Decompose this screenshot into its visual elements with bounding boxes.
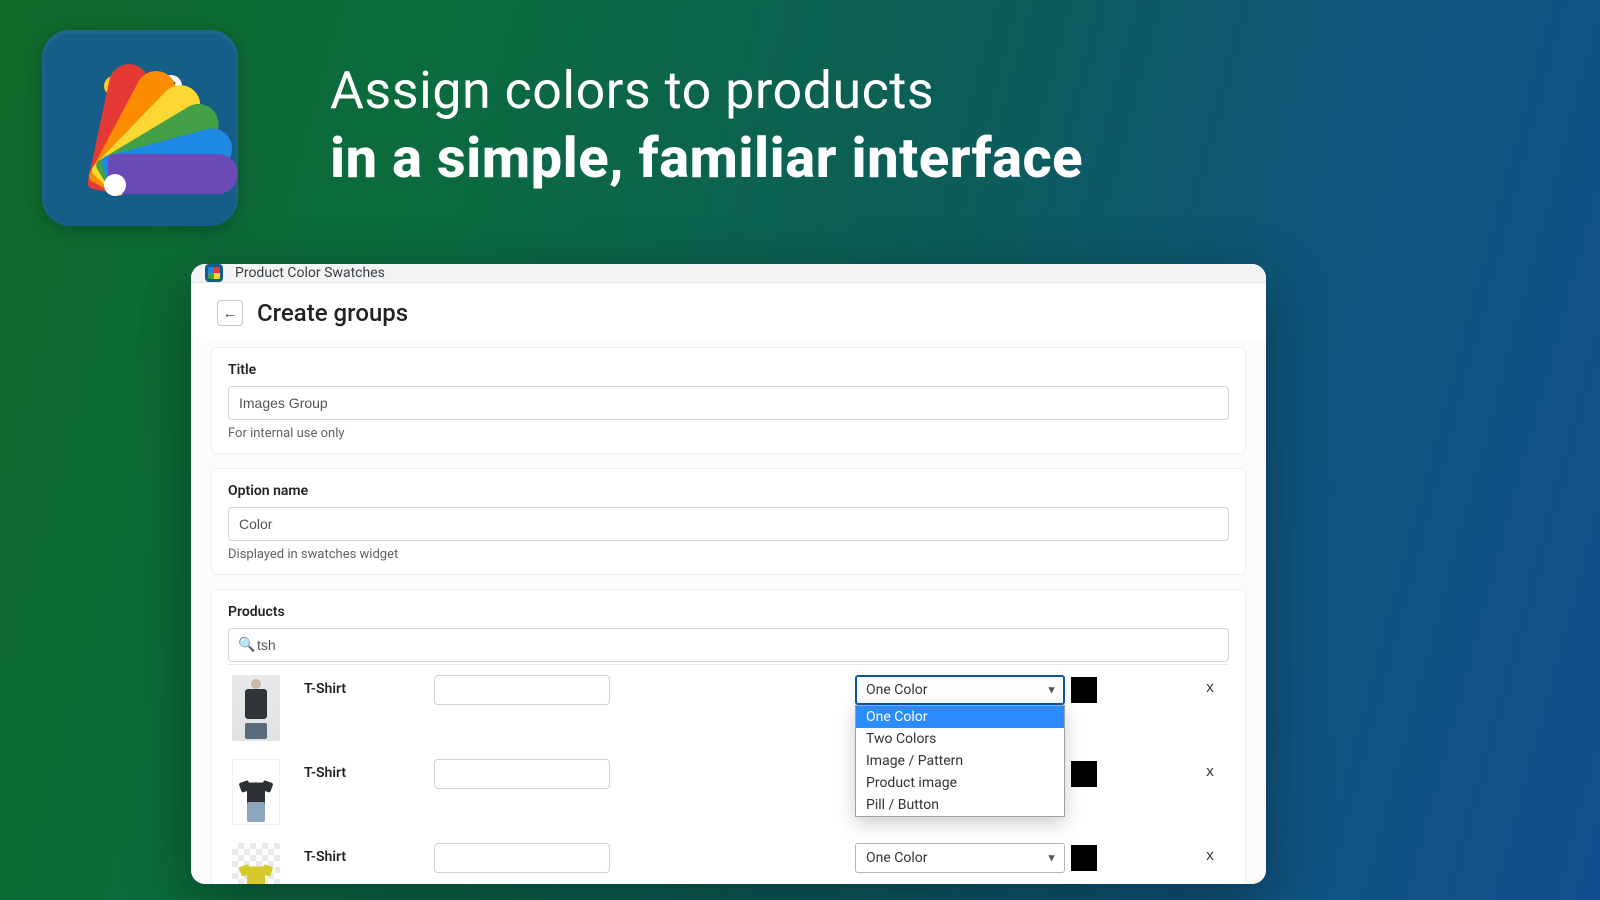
color-swatch[interactable]	[1071, 677, 1097, 703]
color-swatch[interactable]	[1071, 845, 1097, 871]
hero-line1: Assign colors to products	[330, 60, 1540, 121]
product-name: T-Shirt	[304, 675, 434, 697]
option-name-input[interactable]	[228, 507, 1229, 541]
dropdown-option[interactable]: Two Colors	[856, 728, 1064, 750]
remove-row-button[interactable]: x	[1206, 759, 1214, 780]
products-card: Products 🔍 T-Shirt One Color	[211, 589, 1246, 884]
title-hint: For internal use only	[228, 426, 1229, 441]
chevron-down-icon: ▼	[1046, 684, 1057, 697]
swatch-type-dropdown[interactable]: One Color Two Colors Image / Pattern Pro…	[855, 705, 1065, 817]
option-name-card: Option name Displayed in swatches widget	[211, 468, 1246, 575]
product-thumb[interactable]	[232, 759, 280, 825]
swatch-type-select[interactable]: One Color ▼ One Color Two Colors Image /…	[855, 675, 1065, 705]
chevron-down-icon: ▼	[1046, 852, 1057, 865]
app-icon	[42, 30, 238, 226]
select-value: One Color	[866, 682, 928, 698]
product-thumb[interactable]	[232, 843, 280, 884]
window-body: ← Create groups Title For internal use o…	[191, 283, 1266, 884]
remove-row-button[interactable]: x	[1206, 843, 1214, 864]
fan-pin	[104, 174, 126, 196]
product-value-input[interactable]	[434, 843, 610, 873]
hero-headline: Assign colors to products in a simple, f…	[330, 60, 1540, 191]
arrow-left-icon: ←	[223, 304, 238, 322]
color-swatch[interactable]	[1071, 761, 1097, 787]
products-table: T-Shirt One Color ▼ One Color Two Colors…	[228, 664, 1229, 884]
dropdown-option[interactable]: Product image	[856, 772, 1064, 794]
page-header: ← Create groups	[191, 283, 1266, 341]
option-name-hint: Displayed in swatches widget	[228, 547, 1229, 562]
product-name: T-Shirt	[304, 759, 434, 781]
product-row: T-Shirt One Color ▼ One Color Two Colors…	[228, 665, 1229, 749]
products-label: Products	[228, 604, 1229, 620]
product-value-input[interactable]	[434, 759, 610, 789]
option-name-label: Option name	[228, 483, 1229, 499]
product-thumb[interactable]	[232, 675, 280, 741]
page-title: Create groups	[257, 299, 408, 327]
window-titlebar: Product Color Swatches	[191, 264, 1266, 283]
window-title: Product Color Swatches	[235, 265, 385, 281]
dropdown-option[interactable]: One Color	[856, 706, 1064, 728]
product-row: T-Shirt One Color ▼ x	[228, 833, 1229, 884]
app-mini-icon	[205, 264, 223, 282]
app-window: Product Color Swatches ← Create groups T…	[191, 264, 1266, 884]
product-row: T-Shirt One Color ▼ x	[228, 749, 1229, 833]
product-name: T-Shirt	[304, 843, 434, 865]
back-button[interactable]: ←	[217, 300, 243, 326]
products-search-input[interactable]	[228, 628, 1229, 662]
dropdown-option[interactable]: Pill / Button	[856, 794, 1064, 816]
swatch-type-select[interactable]: One Color ▼	[855, 843, 1065, 873]
title-card: Title For internal use only	[211, 347, 1246, 454]
product-value-input[interactable]	[434, 675, 610, 705]
dropdown-option[interactable]: Image / Pattern	[856, 750, 1064, 772]
remove-row-button[interactable]: x	[1206, 675, 1214, 696]
select-value: One Color	[866, 850, 928, 866]
hero-line2: in a simple, familiar interface	[330, 125, 1540, 191]
title-label: Title	[228, 362, 1229, 378]
title-input[interactable]	[228, 386, 1229, 420]
